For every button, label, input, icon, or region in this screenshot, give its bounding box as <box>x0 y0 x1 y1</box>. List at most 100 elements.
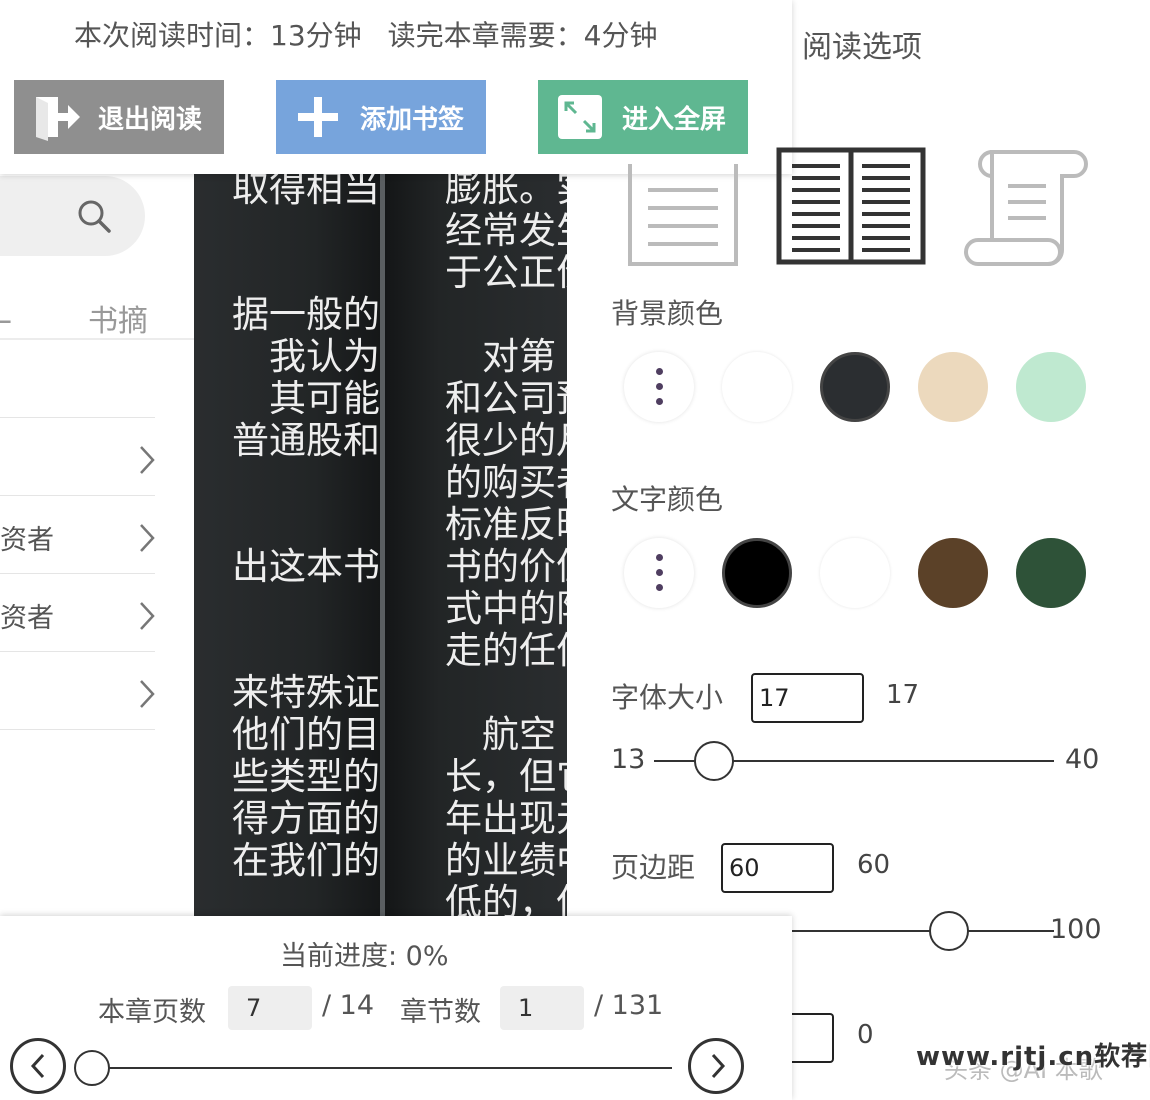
reader-page-left[interactable]: 取得相当 据一般的 我认为 其可能 普通股和 出这本书 来特殊证 他们的目 些类型的 得方面的 在我… <box>194 174 380 916</box>
reader-text-line: 出这本书 <box>232 545 380 588</box>
margin-slider-track[interactable] <box>792 930 1054 932</box>
reader-text-line: 据一般的 <box>232 293 380 336</box>
list-item[interactable] <box>0 652 155 730</box>
reader-text-line: 来特殊证 <box>232 671 380 714</box>
reader-screen: L 书摘 资者 资者 资者 取得相当据一般的我认为其可能普通股和出这本书来特殊证… <box>0 0 1150 1100</box>
reader-text-line: 取得相当 <box>232 174 380 210</box>
font-size-input[interactable]: 17 <box>751 673 864 723</box>
list-item[interactable]: 资者 资者 <box>0 574 155 652</box>
list-item[interactable] <box>0 340 155 418</box>
margin-max: 100 <box>1050 914 1102 945</box>
reader-text-line: 航空 <box>445 713 556 756</box>
reading-toolbar: 本次阅读时间：13分钟 读完本章需要：4分钟 退出阅读 添加书签 进入全屏 <box>0 0 792 174</box>
margin-label: 页边距 <box>611 851 696 884</box>
reader-page-right[interactable]: 膨胀。实经常发生于公正价 对第和公司預很少的月的购买者标准反映书的价值式中的阳走… <box>385 174 567 916</box>
add-bookmark-label: 添加书签 <box>360 104 465 135</box>
text-color-label: 文字颜色 <box>611 483 724 516</box>
tab-contents[interactable]: L <box>0 296 11 331</box>
scroll-layout-icon[interactable] <box>962 146 1092 268</box>
fullscreen-button[interactable]: 进入全屏 <box>538 80 748 154</box>
chevron-right-icon <box>140 446 155 474</box>
reader-text-line: 标准反映 <box>445 503 567 546</box>
more-text-colors-button[interactable] <box>624 538 694 608</box>
font-size-value: 17 <box>886 680 920 710</box>
reader-text-line: 书的价值 <box>445 545 567 588</box>
bg-color-dark[interactable] <box>820 352 890 422</box>
reader-text-line: 得方面的 <box>232 797 380 840</box>
reader-text-line: 于公正价 <box>445 251 567 294</box>
font-size-max: 40 <box>1065 744 1100 775</box>
fullscreen-icon <box>558 95 602 139</box>
reader-text-line: 年出现元 <box>445 797 567 840</box>
reader-text-line: 低的，但 <box>445 881 567 917</box>
list-item[interactable] <box>0 418 155 496</box>
font-size-slider-thumb[interactable] <box>694 741 734 781</box>
search-icon[interactable] <box>76 198 112 234</box>
chapter-total: / 131 <box>594 990 664 1021</box>
next-page-button[interactable] <box>688 1038 744 1094</box>
page-number-input[interactable]: 7 <box>228 986 312 1030</box>
exit-icon <box>36 97 80 141</box>
search-input[interactable] <box>0 176 145 256</box>
plus-icon <box>298 97 338 137</box>
reader-text-line: 走的任何 <box>445 629 567 672</box>
double-page-layout-icon[interactable] <box>776 144 926 266</box>
add-bookmark-button[interactable]: 添加书签 <box>276 80 486 154</box>
bg-color-white[interactable] <box>722 352 792 422</box>
progress-bar-panel: 当前进度: 0% 本章页数 7 / 14 章节数 1 / 131 <box>0 916 792 1100</box>
tab-excerpts[interactable]: 书摘 <box>88 296 148 340</box>
reader-text-line: 普通股和 <box>232 419 380 462</box>
reader-text-line: 经常发生 <box>445 209 567 252</box>
text-color-brown[interactable] <box>918 538 988 608</box>
chapter-count-label: 章节数 <box>400 997 481 1028</box>
font-size-label: 字体大小 <box>611 681 724 714</box>
list-item-label: 资者 <box>0 525 54 556</box>
margin-input[interactable]: 60 <box>721 843 834 893</box>
exit-reading-button[interactable]: 退出阅读 <box>14 80 224 154</box>
single-page-layout-icon[interactable] <box>626 160 740 268</box>
watermark: www.rjtj.cn软荐网 <box>916 1042 1150 1072</box>
reader-text-line: 长，但它 <box>445 755 567 798</box>
chevron-left-icon <box>30 1053 45 1079</box>
text-color-white[interactable] <box>820 538 890 608</box>
list-item[interactable]: 资者 <box>0 496 155 574</box>
progress-slider-thumb[interactable] <box>74 1050 110 1086</box>
reader-text-line: 我认为 <box>269 335 380 378</box>
third-option-value: 0 <box>857 1020 874 1050</box>
reader-text-line: 很少的月 <box>445 419 567 462</box>
chapter-remaining-time: 读完本章需要：4分钟 <box>387 19 658 52</box>
reader-text-line: 的业绩中 <box>445 839 567 882</box>
more-bg-colors-button[interactable] <box>624 352 694 422</box>
bg-color-sepia[interactable] <box>918 352 988 422</box>
margin-slider-thumb[interactable] <box>929 911 970 951</box>
reader-text-line: 其可能 <box>269 377 380 420</box>
options-title: 阅读选项 <box>802 30 922 65</box>
reading-time: 本次阅读时间：13分钟 <box>74 19 362 52</box>
chapter-number-input[interactable]: 1 <box>500 986 584 1030</box>
chevron-right-icon <box>140 524 155 552</box>
progress-slider-track[interactable] <box>92 1067 672 1069</box>
reading-stats: 本次阅读时间：13分钟 读完本章需要：4分钟 <box>74 14 657 54</box>
bg-color-mint[interactable] <box>1016 352 1086 422</box>
font-size-min: 13 <box>611 744 646 775</box>
text-color-green[interactable] <box>1016 538 1086 608</box>
reader-text-line: 的购买者 <box>445 461 567 504</box>
margin-value: 60 <box>857 850 891 880</box>
chevron-right-icon <box>140 602 155 630</box>
reader-text-line: 和公司預 <box>445 377 567 420</box>
text-color-black[interactable] <box>722 538 792 608</box>
reader-text-line: 些类型的 <box>232 755 380 798</box>
reader-text-line: 在我们的 <box>232 839 380 882</box>
chevron-right-icon <box>711 1053 726 1079</box>
page-total: / 14 <box>322 990 375 1021</box>
reader-text-line: 膨胀。实 <box>445 174 567 210</box>
list-item-label: 资者 <box>0 603 54 634</box>
current-progress: 当前进度: 0% <box>280 941 449 972</box>
previous-page-button[interactable] <box>10 1038 66 1094</box>
background-color-label: 背景颜色 <box>611 297 724 330</box>
third-option-input[interactable] <box>792 1013 834 1063</box>
chapter-pages-label: 本章页数 <box>98 997 206 1028</box>
reader-text-line: 对第 <box>445 335 556 378</box>
fullscreen-label: 进入全屏 <box>622 104 727 135</box>
chevron-right-icon <box>140 680 155 708</box>
